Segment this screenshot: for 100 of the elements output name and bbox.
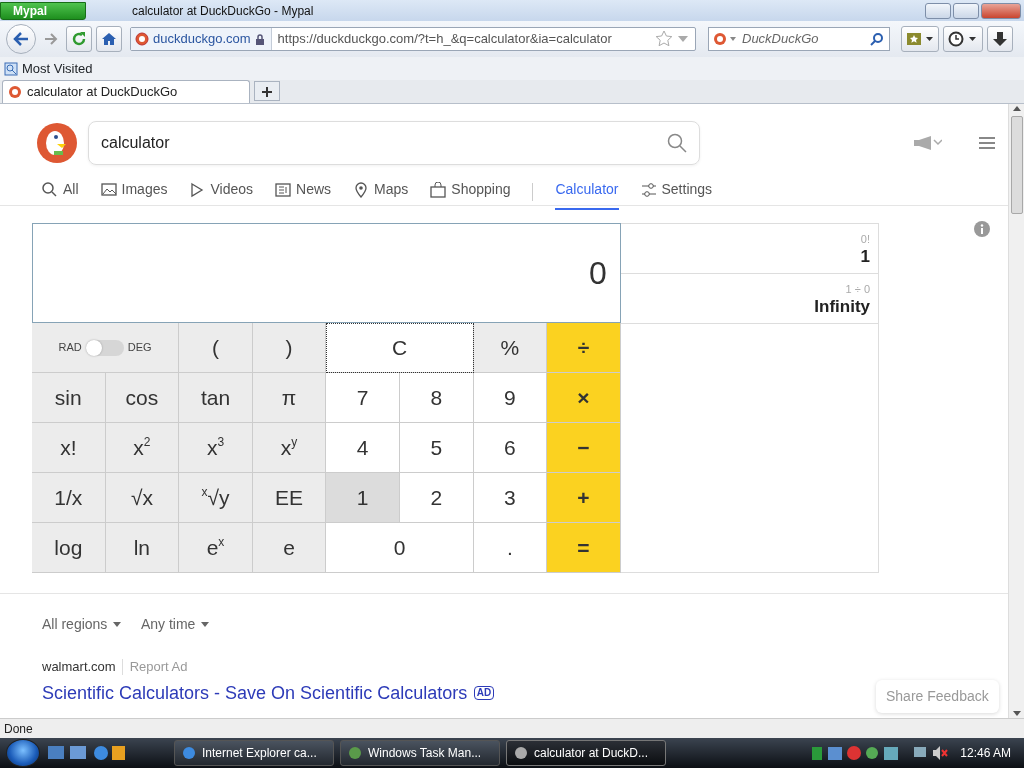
url-text: https://duckduckgo.com/?t=h_&q=calculator&ia=calculator <box>276 30 613 49</box>
calculator-key[interactable]: × <box>547 373 621 423</box>
search-icon[interactable] <box>667 133 687 153</box>
clock[interactable]: 12:46 AM <box>960 744 1024 762</box>
calculator-key[interactable]: 2 <box>399 473 474 523</box>
calculator-key[interactable]: 3 <box>473 473 548 523</box>
image-icon <box>100 181 117 198</box>
taskbar-button[interactable]: Windows Task Man... <box>340 740 500 766</box>
app-icon <box>347 745 363 761</box>
network-volume-icons[interactable] <box>913 745 950 761</box>
calculator-key[interactable]: sin <box>32 373 106 423</box>
calculator-key[interactable]: e <box>252 523 327 573</box>
close-button[interactable] <box>980 2 1021 19</box>
window-title: calculator at DuckDuckGo - Mypal <box>132 2 314 20</box>
search-icon[interactable] <box>870 32 884 46</box>
calculator-key[interactable]: 4 <box>326 423 400 473</box>
history-expression: 1 ÷ 0 <box>844 282 870 296</box>
nav-tab[interactable]: All <box>42 173 79 210</box>
calculator-key[interactable]: 5 <box>399 423 474 473</box>
pin-icon <box>353 181 370 198</box>
calculator-key[interactable]: x$^{y}$ <box>252 423 327 473</box>
reload-icon <box>71 31 87 47</box>
nav-tab[interactable]: Settings <box>640 173 713 210</box>
bag-icon <box>430 181 447 198</box>
filter-dropdown[interactable]: Any time <box>140 614 210 635</box>
calculator-key[interactable]: EE <box>252 473 327 523</box>
calculator-key[interactable]: 9 <box>473 373 548 423</box>
download-button[interactable] <box>986 26 1013 52</box>
nav-tab[interactable]: Maps <box>353 173 409 210</box>
address-bar[interactable]: duckduckgo.com https://duckduckgo.com/?t=h_&q=calculator&ia=calculator <box>130 27 696 51</box>
calculator-key[interactable]: ln <box>105 523 180 573</box>
calculator-key[interactable]: π <box>252 373 327 423</box>
calculator-key[interactable]: log <box>32 523 106 573</box>
scroll-thumb[interactable] <box>1010 116 1023 214</box>
app-icon <box>513 745 529 761</box>
info-icon[interactable] <box>974 221 990 237</box>
bookmark-folder-icon <box>4 61 18 76</box>
calculator-key[interactable]: 7 <box>326 373 400 423</box>
calculator-key[interactable]: ( <box>179 323 253 373</box>
minimize-button[interactable] <box>924 2 951 19</box>
search-engine-icon <box>713 32 739 46</box>
maximize-button[interactable] <box>952 2 979 19</box>
scrollbar[interactable] <box>1008 104 1024 718</box>
calculator-key[interactable]: x$^{2}$ <box>105 423 180 473</box>
filter-dropdown[interactable]: All regions <box>42 614 122 635</box>
reload-button[interactable] <box>66 26 92 52</box>
star-folder-icon <box>905 32 934 46</box>
start-button[interactable] <box>6 739 40 767</box>
nav-tab[interactable]: News <box>275 173 332 210</box>
calculator-key[interactable]: − <box>547 423 621 473</box>
bookmarks-button[interactable] <box>900 26 939 52</box>
calculator-key[interactable]: √x <box>105 473 180 523</box>
menu-icon[interactable] <box>978 136 996 150</box>
dropdown-icon[interactable] <box>676 35 689 43</box>
calculator-display: 0 <box>32 223 621 323</box>
calculator-key[interactable]: + <box>547 473 621 523</box>
bookmark-item[interactable]: Most Visited <box>22 58 93 79</box>
app-icon <box>181 745 197 761</box>
history-result[interactable]: 1 <box>621 246 870 268</box>
calculator-key[interactable]: 8 <box>399 373 474 423</box>
calculator-key[interactable]: 0 <box>326 523 474 573</box>
taskbar-button[interactable]: calculator at DuckD... <box>506 740 666 766</box>
calculator-key[interactable]: 6 <box>473 423 548 473</box>
calculator-key[interactable]: = <box>547 523 621 573</box>
star-icon[interactable] <box>655 30 674 48</box>
quick-launch-icons[interactable] <box>46 744 126 762</box>
rad-deg-toggle[interactable] <box>85 339 124 356</box>
calculator-key[interactable]: 1/x <box>32 473 106 523</box>
history-button[interactable] <box>942 26 983 52</box>
search-box[interactable]: calculator <box>88 121 700 165</box>
calculator-key[interactable]: ) <box>252 323 327 373</box>
nav-tab[interactable]: Shopping <box>430 173 511 210</box>
calculator-key[interactable]: e$^{x}$ <box>179 523 253 573</box>
browser-tab[interactable]: calculator at DuckDuckGo <box>2 80 250 103</box>
calculator-key[interactable]: . <box>473 523 548 573</box>
new-tab-button[interactable] <box>254 81 280 101</box>
megaphone-icon[interactable] <box>912 135 942 151</box>
history-expression: 0! <box>859 232 870 246</box>
caret-icon <box>113 622 122 627</box>
taskbar-button[interactable]: Internet Explorer ca... <box>174 740 334 766</box>
ad-title-link[interactable]: Scientific Calculators - Save On Scientific Calculators <box>42 679 468 707</box>
calculator-key[interactable]: ÷ <box>547 323 621 373</box>
calculator-key[interactable]: cos <box>105 373 180 423</box>
calculator-key[interactable]: x$^{3}$ <box>179 423 253 473</box>
ad-domain: walmart.com <box>42 658 116 676</box>
calculator-key[interactable]: % <box>473 323 548 373</box>
history-result[interactable]: Infinity <box>621 296 870 318</box>
calculator-key[interactable]: $^{x}$√y <box>179 473 253 523</box>
nav-tab[interactable]: Calculator <box>555 173 619 210</box>
search-box[interactable]: DuckDuckGo <box>708 27 890 51</box>
home-button[interactable] <box>96 26 122 52</box>
calculator-key[interactable]: 1 <box>326 473 400 523</box>
calculator-key[interactable]: tan <box>179 373 253 423</box>
calculator-key[interactable]: x! <box>32 423 106 473</box>
nav-tab[interactable]: Videos <box>189 173 254 210</box>
calculator-key[interactable]: C <box>326 323 474 373</box>
back-button[interactable] <box>6 24 36 54</box>
nav-tab[interactable]: Images <box>100 173 168 210</box>
status-text: Done <box>4 720 33 738</box>
search-icon <box>42 181 58 198</box>
